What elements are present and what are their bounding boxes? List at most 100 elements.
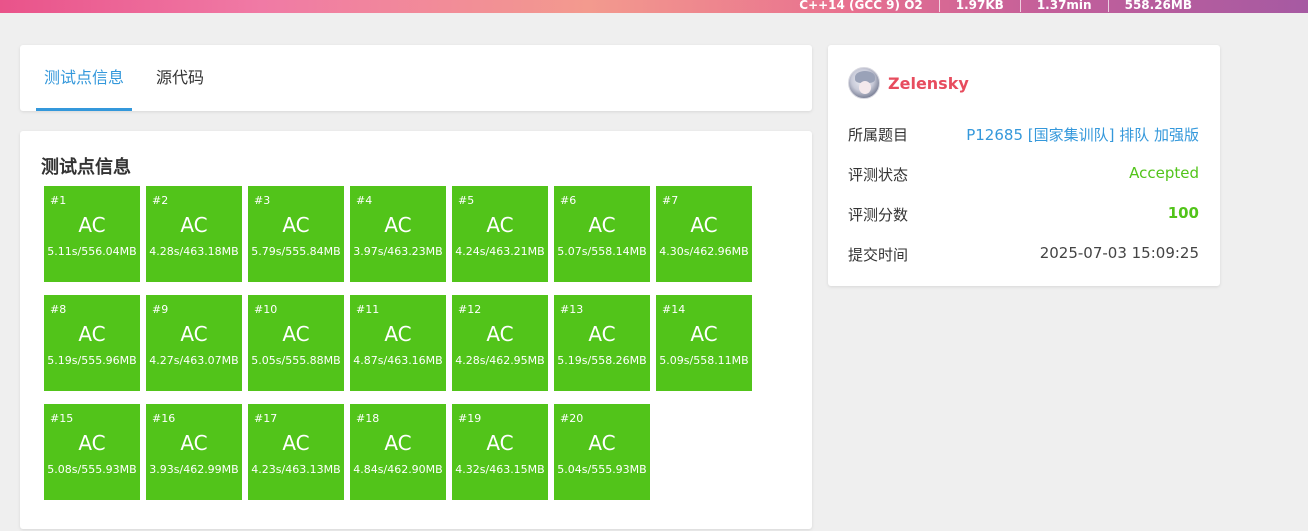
testcase-tile[interactable]: #17 AC 4.23s/463.13MB [248,404,344,500]
testcase-tile[interactable]: #13 AC 5.19s/558.26MB [554,295,650,391]
testcase-result: AC [588,431,616,455]
submission-summary: C++14 (GCC 9) O2 1.97KB 1.37min 558.26MB [783,0,1208,13]
testcase-number: #18 [356,412,380,425]
testcase-result: AC [486,213,514,237]
testcase-number: #11 [356,303,380,316]
user-block[interactable]: Zelensky [848,67,969,99]
tab-source-code[interactable]: 源代码 [156,45,204,111]
testcase-time-memory: 4.32s/463.15MB [455,463,545,476]
problem-link[interactable]: P12685 [国家集训队] 排队 加强版 [966,124,1199,145]
testcase-number: #19 [458,412,482,425]
testcase-time-memory: 4.87s/463.16MB [353,354,443,367]
testcase-result: AC [384,322,412,346]
username-link[interactable]: Zelensky [888,74,969,93]
submission-info-card: Zelensky 所属题目 P12685 [国家集训队] 排队 加强版 评测状态… [828,45,1220,286]
testcase-time-memory: 5.09s/558.11MB [659,354,749,367]
testcase-time-memory: 5.08s/555.93MB [47,463,137,476]
total-time-label: 1.37min [1019,0,1108,12]
testcase-result: AC [690,213,718,237]
testcase-tile[interactable]: #9 AC 4.27s/463.07MB [146,295,242,391]
testcase-panel-title: 测试点信息 [41,157,131,178]
testcase-time-memory: 3.93s/462.99MB [149,463,239,476]
testcase-tile[interactable]: #10 AC 5.05s/555.88MB [248,295,344,391]
problem-label: 所属题目 [848,126,909,144]
submit-time-value: 2025-07-03 15:09:25 [1039,244,1199,262]
testcase-time-memory: 5.79s/555.84MB [251,245,341,258]
testcase-time-memory: 4.28s/462.95MB [455,354,545,367]
testcase-time-memory: 5.05s/555.88MB [251,354,341,367]
testcase-result: AC [486,322,514,346]
testcase-time-memory: 5.04s/555.93MB [557,463,647,476]
testcase-result: AC [282,213,310,237]
testcase-number: #2 [152,194,169,207]
testcase-time-memory: 4.27s/463.07MB [149,354,239,367]
testcase-result: AC [282,322,310,346]
testcase-number: #10 [254,303,278,316]
testcase-tile[interactable]: #19 AC 4.32s/463.15MB [452,404,548,500]
testcase-panel: 测试点信息 #1 AC 5.11s/556.04MB #2 AC 4.28s/463.18… [20,131,812,529]
testcase-result: AC [384,431,412,455]
testcase-number: #1 [50,194,67,207]
max-memory-label: 558.26MB [1107,0,1208,12]
testcase-result: AC [588,213,616,237]
testcase-tile[interactable]: #6 AC 5.07s/558.14MB [554,186,650,282]
testcase-tile[interactable]: #12 AC 4.28s/462.95MB [452,295,548,391]
testcase-tile[interactable]: #3 AC 5.79s/555.84MB [248,186,344,282]
submit-time-label: 提交时间 [848,246,909,264]
testcase-tile[interactable]: #14 AC 5.09s/558.11MB [656,295,752,391]
testcase-result: AC [78,322,106,346]
testcase-time-memory: 5.19s/558.26MB [557,354,647,367]
tab-testcase-info[interactable]: 测试点信息 [36,45,133,111]
testcase-time-memory: 3.97s/463.23MB [353,245,443,258]
testcase-time-memory: 5.07s/558.14MB [557,245,647,258]
header-banner: C++14 (GCC 9) O2 1.97KB 1.37min 558.26MB [0,0,1308,13]
testcase-tile[interactable]: #7 AC 4.30s/462.96MB [656,186,752,282]
status-row: 评测状态 Accepted [848,164,1199,188]
status-value: Accepted [1129,164,1199,182]
testcase-time-memory: 4.30s/462.96MB [659,245,749,258]
testcase-result: AC [486,431,514,455]
testcase-number: #6 [560,194,577,207]
testcase-number: #17 [254,412,278,425]
testcase-tile[interactable]: #16 AC 3.93s/462.99MB [146,404,242,500]
testcase-number: #12 [458,303,482,316]
testcase-tile[interactable]: #20 AC 5.04s/555.93MB [554,404,650,500]
testcase-tile[interactable]: #18 AC 4.84s/462.90MB [350,404,446,500]
testcase-tile[interactable]: #4 AC 3.97s/463.23MB [350,186,446,282]
testcase-tile[interactable]: #1 AC 5.11s/556.04MB [44,186,140,282]
testcase-number: #13 [560,303,584,316]
testcase-tile[interactable]: #5 AC 4.24s/463.21MB [452,186,548,282]
testcase-tile[interactable]: #11 AC 4.87s/463.16MB [350,295,446,391]
testcase-number: #4 [356,194,373,207]
testcase-result: AC [180,322,208,346]
testcase-number: #14 [662,303,686,316]
testcase-result: AC [690,322,718,346]
testcase-number: #16 [152,412,176,425]
status-label: 评测状态 [848,166,909,184]
language-label: C++14 (GCC 9) O2 [799,0,923,12]
testcase-number: #15 [50,412,74,425]
testcase-result: AC [180,431,208,455]
testcase-number: #7 [662,194,679,207]
testcase-number: #5 [458,194,475,207]
testcase-tile[interactable]: #2 AC 4.28s/463.18MB [146,186,242,282]
testcase-result: AC [282,431,310,455]
testcase-time-memory: 4.23s/463.13MB [251,463,341,476]
score-value: 100 [1167,204,1199,222]
testcase-grid: #1 AC 5.11s/556.04MB #2 AC 4.28s/463.18MB #3 AC… [44,186,764,500]
testcase-result: AC [78,431,106,455]
testcase-number: #8 [50,303,67,316]
problem-row: 所属题目 P12685 [国家集训队] 排队 加强版 [848,124,1199,148]
testcase-result: AC [384,213,412,237]
testcase-number: #20 [560,412,584,425]
score-row: 评测分数 100 [848,204,1199,228]
avatar[interactable] [848,67,880,99]
testcase-tile[interactable]: #8 AC 5.19s/555.96MB [44,295,140,391]
testcase-tile[interactable]: #15 AC 5.08s/555.93MB [44,404,140,500]
testcase-number: #9 [152,303,169,316]
submit-time-row: 提交时间 2025-07-03 15:09:25 [848,244,1199,268]
testcase-time-memory: 4.84s/462.90MB [353,463,443,476]
testcase-time-memory: 4.28s/463.18MB [149,245,239,258]
testcase-result: AC [588,322,616,346]
code-size-label: 1.97KB [938,0,1020,12]
